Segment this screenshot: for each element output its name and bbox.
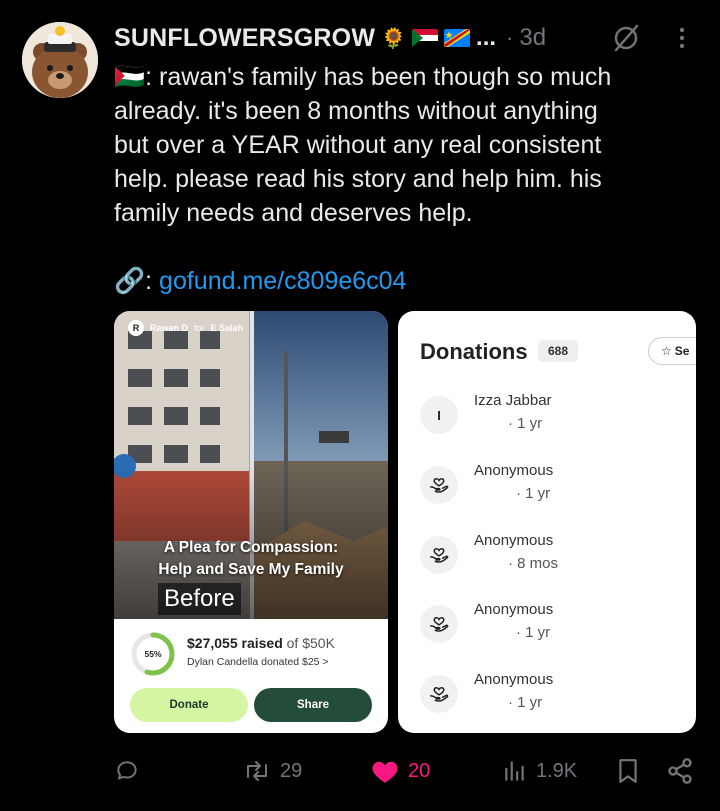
name-ellipsis: ... <box>476 24 497 51</box>
share-button[interactable]: Share <box>254 688 372 722</box>
like-count: 20 <box>408 759 431 782</box>
link-emoji: 🔗 <box>114 267 146 295</box>
post-header: SUNFLOWERSGROW 🌻 ... · 3d <box>114 22 546 54</box>
organizer-name: Rawan D <box>150 323 189 333</box>
views-button[interactable]: 1.9K <box>502 754 577 788</box>
display-name[interactable]: SUNFLOWERSGROW <box>114 24 375 53</box>
donations-title: Donations <box>420 339 528 364</box>
donation-time: · 8 mos <box>508 555 559 572</box>
avatar[interactable] <box>22 22 98 98</box>
reply-button[interactable] <box>114 754 148 788</box>
drc-flag-icon <box>444 29 471 47</box>
donation-time: · 1 yr <box>508 415 543 432</box>
post-text: 🇵🇸: rawan's family has been though so mu… <box>114 60 704 298</box>
donor-name: Anonymous <box>474 671 554 688</box>
donor-name: Anonymous <box>474 601 554 618</box>
recent-donor[interactable]: Dylan Candella donated $25 > <box>187 656 329 668</box>
post-timestamp[interactable]: 3d <box>519 24 546 52</box>
donor-name: Anonymous <box>474 532 554 549</box>
donation-time: · 1 yr <box>508 694 543 711</box>
reply-icon <box>117 761 137 780</box>
see-all-button[interactable]: ☆ Se <box>648 337 696 365</box>
organizer-badge: R Rawan D for E Salah <box>128 320 243 336</box>
star-icon: ☆ <box>661 344 672 358</box>
palestine-flag-emoji: 🇵🇸 <box>114 63 146 91</box>
hands-heart-icon <box>420 605 458 643</box>
like-button[interactable]: 20 <box>370 754 430 788</box>
separator-dot: · <box>506 25 514 50</box>
repost-count: 29 <box>280 759 303 782</box>
sunflower-emoji: 🌻 <box>381 27 407 50</box>
hands-heart-icon <box>420 466 458 504</box>
donor-name: Anonymous <box>474 462 554 479</box>
donations-card[interactable]: Donations 688 ☆ Se I Izza Jabbar · 1 yr Anon… <box>398 311 696 733</box>
donation-time: · 1 yr <box>516 485 551 502</box>
repost-icon <box>247 761 267 781</box>
post-text-line: already. it's been 8 months without anyt… <box>114 97 598 125</box>
hands-heart-icon <box>420 675 458 713</box>
fundraiser-title: A Plea for Compassion: Help and Save My … <box>158 539 344 578</box>
before-label: Before <box>158 583 241 615</box>
raised-amount: $27,055 raised <box>187 635 283 651</box>
progress-ring: 55% <box>131 632 175 676</box>
bear-avatar-icon <box>22 22 98 98</box>
bookmark-icon <box>619 759 637 783</box>
raised-text: $27,055 raised of $50K <box>187 635 335 651</box>
share-icon <box>668 758 692 784</box>
link-line: 🔗: gofund.me/c809e6c04 <box>114 267 407 295</box>
heart-icon <box>372 761 398 783</box>
donate-button[interactable]: Donate <box>130 688 248 722</box>
fundraiser-image-card[interactable]: R Rawan D for E Salah A Plea for Compass… <box>114 311 388 733</box>
for-word: for <box>194 323 205 333</box>
donor-initial-icon: I <box>420 396 458 434</box>
donor-name: Izza Jabbar <box>474 392 552 409</box>
donations-count: 688 <box>538 340 578 362</box>
sudan-flag-icon <box>412 29 439 47</box>
goal-amount: of $50K <box>286 635 335 651</box>
bookmark-button[interactable] <box>616 754 640 788</box>
views-count: 1.9K <box>536 759 578 782</box>
post-text-line: family needs and deserves help. <box>114 199 473 227</box>
hands-heart-icon <box>420 536 458 574</box>
organizer-initial: R <box>128 320 144 336</box>
views-icon <box>505 761 524 781</box>
gofundme-link[interactable]: gofund.me/c809e6c04 <box>159 267 406 295</box>
progress-percent: 55% <box>144 649 161 659</box>
repost-button[interactable]: 29 <box>242 754 302 788</box>
share-post-button[interactable] <box>666 754 694 788</box>
post-text-line: help. please read his story and help him… <box>114 165 602 193</box>
grok-icon[interactable] <box>610 22 642 54</box>
more-options-icon[interactable] <box>672 22 692 54</box>
beneficiary-name: E Salah <box>210 323 244 333</box>
post-text-line: 🇵🇸: rawan's family has been though so mu… <box>114 63 612 91</box>
donation-time: · 1 yr <box>516 624 551 641</box>
post-text-line: but over a YEAR without any real consist… <box>114 131 602 159</box>
